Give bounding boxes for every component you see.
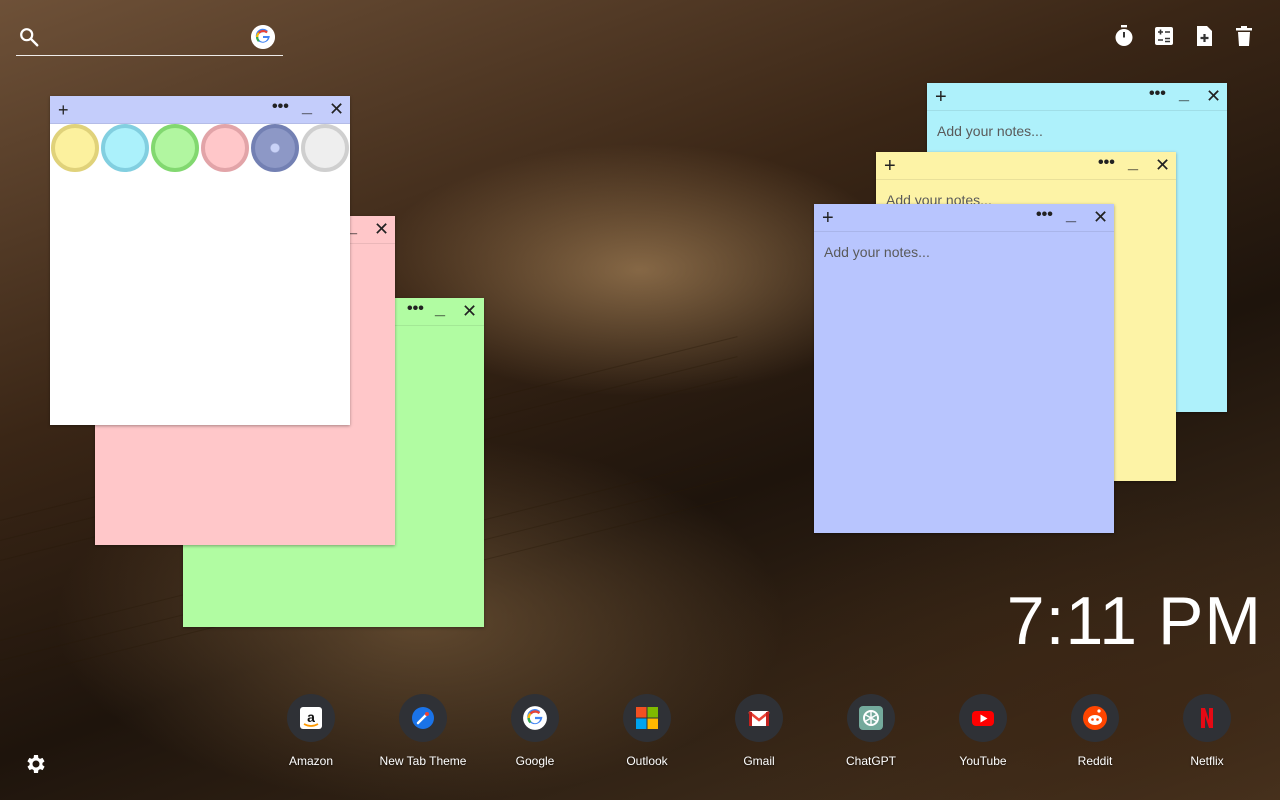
close-button[interactable]: ✕ bbox=[1093, 207, 1108, 228]
add-note-button[interactable]: + bbox=[822, 208, 834, 228]
timer-icon[interactable] bbox=[1112, 24, 1136, 48]
shortcut-chatgpt[interactable]: ChatGPT bbox=[815, 694, 927, 768]
note-text-area[interactable]: Add your notes... bbox=[937, 123, 1043, 139]
add-note-button[interactable]: + bbox=[58, 100, 69, 121]
outlook-icon bbox=[623, 694, 671, 742]
shortcut-label: Netflix bbox=[1190, 754, 1224, 768]
shortcut-outlook[interactable]: Outlook bbox=[591, 694, 703, 768]
sticky-note-blue[interactable]: + ••• _ ✕ Add your notes... bbox=[814, 204, 1114, 533]
shortcut-dock: a Amazon New Tab Theme Google Outlook Gm… bbox=[255, 694, 1263, 768]
more-options-button[interactable]: ••• bbox=[1149, 85, 1166, 103]
search-input[interactable] bbox=[50, 26, 245, 50]
color-swatch-blue-selected[interactable] bbox=[251, 124, 299, 172]
shortcut-label: New Tab Theme bbox=[379, 754, 467, 768]
minimize-button[interactable]: _ bbox=[1066, 204, 1076, 225]
shortcut-label: Amazon bbox=[288, 754, 334, 768]
more-options-button[interactable]: ••• bbox=[272, 98, 289, 116]
chatgpt-icon bbox=[847, 694, 895, 742]
amazon-icon: a bbox=[287, 694, 335, 742]
gmail-icon bbox=[735, 694, 783, 742]
shortcut-new-tab-theme[interactable]: New Tab Theme bbox=[367, 694, 479, 768]
close-button[interactable]: ✕ bbox=[329, 99, 344, 120]
more-options-button[interactable]: ••• bbox=[1098, 154, 1115, 172]
more-options-button[interactable]: ••• bbox=[1036, 206, 1053, 224]
note-header: + ••• _ ✕ bbox=[814, 204, 1114, 232]
svg-text:a: a bbox=[307, 709, 315, 725]
shortcut-reddit[interactable]: Reddit bbox=[1039, 694, 1151, 768]
close-button[interactable]: ✕ bbox=[1155, 155, 1170, 176]
note-header: + ••• _ ✕ bbox=[876, 152, 1176, 180]
add-note-icon[interactable] bbox=[1192, 24, 1216, 48]
close-button[interactable]: ✕ bbox=[374, 219, 389, 240]
color-swatch-gray[interactable] bbox=[301, 124, 349, 172]
minimize-button[interactable]: _ bbox=[1128, 152, 1138, 173]
new-tab-theme-icon bbox=[399, 694, 447, 742]
add-note-button[interactable]: + bbox=[935, 87, 947, 107]
color-picker bbox=[50, 124, 349, 172]
trash-icon[interactable] bbox=[1232, 24, 1256, 48]
google-icon[interactable] bbox=[251, 25, 275, 49]
gear-icon[interactable] bbox=[24, 752, 48, 776]
shortcut-label: YouTube bbox=[959, 754, 1007, 768]
note-header: + ••• _ ✕ bbox=[50, 96, 350, 124]
shortcut-label: Outlook bbox=[626, 754, 668, 768]
more-options-button[interactable]: ••• bbox=[407, 300, 424, 318]
reddit-icon bbox=[1071, 694, 1119, 742]
color-swatch-cyan[interactable] bbox=[101, 124, 149, 172]
netflix-icon bbox=[1183, 694, 1231, 742]
add-note-button[interactable]: + bbox=[884, 156, 896, 176]
top-toolbar bbox=[1112, 24, 1256, 48]
youtube-icon bbox=[959, 694, 1007, 742]
shortcut-gmail[interactable]: Gmail bbox=[703, 694, 815, 768]
shortcut-label: Reddit bbox=[1077, 754, 1113, 768]
search-icon[interactable] bbox=[18, 26, 40, 48]
shortcut-label: Gmail bbox=[743, 754, 775, 768]
close-button[interactable]: ✕ bbox=[1206, 86, 1221, 107]
google-icon bbox=[511, 694, 559, 742]
minimize-button[interactable]: _ bbox=[1179, 83, 1189, 104]
minimize-button[interactable]: _ bbox=[435, 298, 445, 319]
shortcut-amazon[interactable]: a Amazon bbox=[255, 694, 367, 768]
shortcut-label: Google bbox=[515, 754, 555, 768]
color-swatch-pink[interactable] bbox=[201, 124, 249, 172]
search-bar bbox=[16, 22, 283, 56]
shortcut-google[interactable]: Google bbox=[479, 694, 591, 768]
shortcut-label: ChatGPT bbox=[845, 754, 896, 768]
note-text-area[interactable]: Add your notes... bbox=[824, 244, 930, 260]
minimize-button[interactable]: _ bbox=[302, 96, 312, 117]
close-button[interactable]: ✕ bbox=[462, 301, 477, 322]
shortcut-netflix[interactable]: Netflix bbox=[1151, 694, 1263, 768]
color-swatch-yellow[interactable] bbox=[51, 124, 99, 172]
sticky-note-white[interactable]: + ••• _ ✕ bbox=[50, 96, 350, 425]
shortcut-youtube[interactable]: YouTube bbox=[927, 694, 1039, 768]
color-swatch-green[interactable] bbox=[151, 124, 199, 172]
note-header: + ••• _ ✕ bbox=[927, 83, 1227, 111]
calculator-icon[interactable] bbox=[1152, 24, 1176, 48]
clock: 7:11 PM bbox=[1006, 583, 1262, 659]
